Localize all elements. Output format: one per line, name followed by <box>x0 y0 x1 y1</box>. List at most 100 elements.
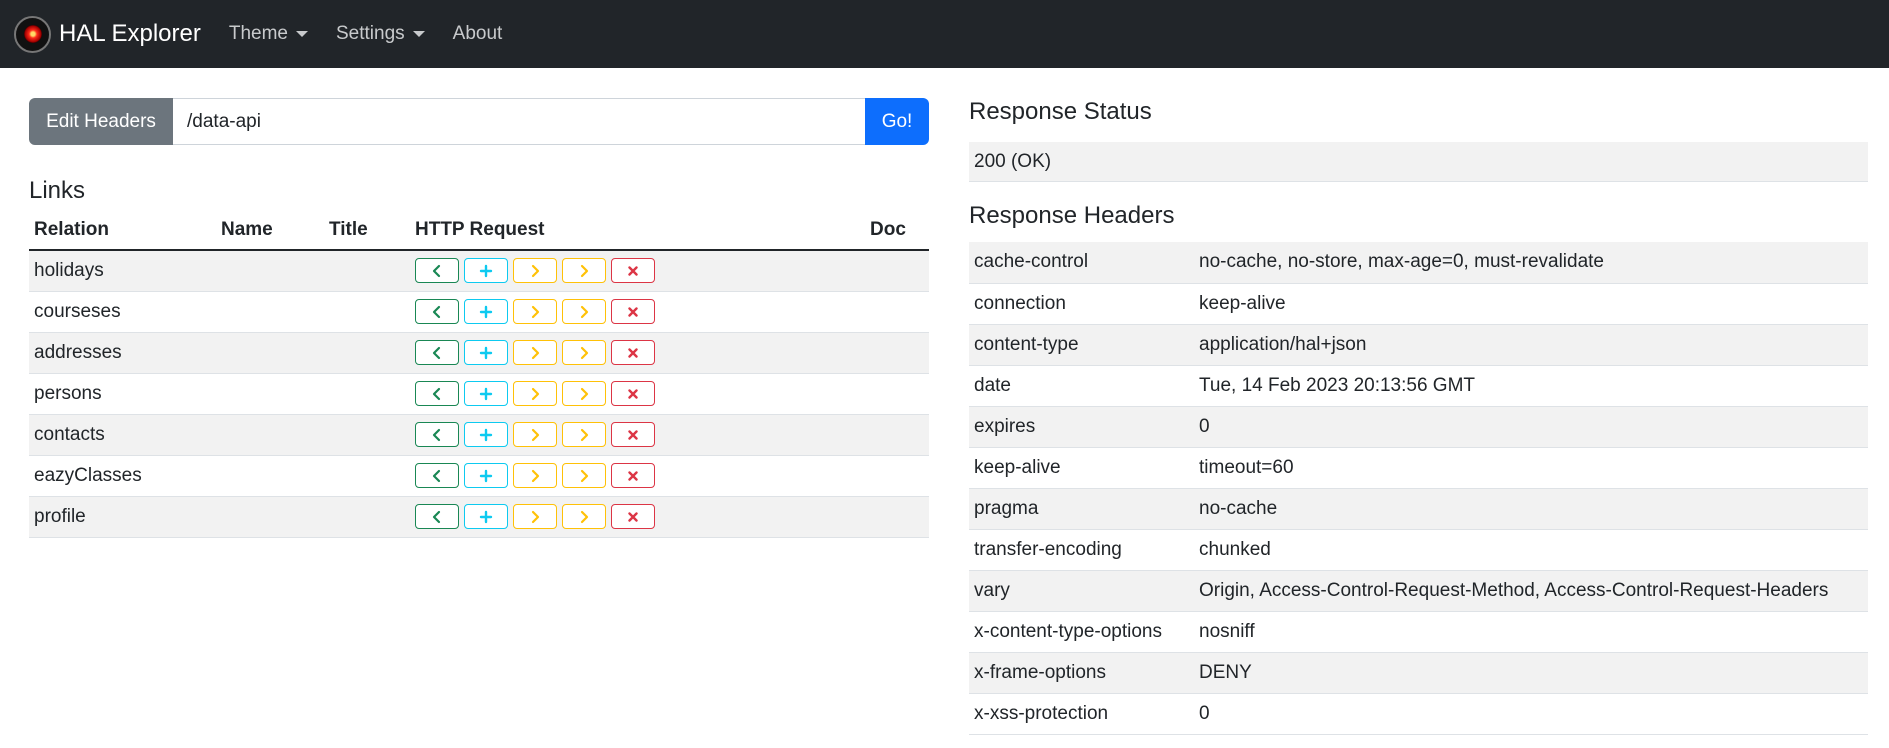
table-row: profile <box>29 496 929 538</box>
table-row: pragma no-cache <box>969 488 1868 530</box>
patch-request-button[interactable] <box>562 258 606 284</box>
header-key-cell: date <box>969 365 1194 407</box>
table-row: courseses <box>29 291 929 333</box>
put-request-button[interactable] <box>513 258 557 284</box>
link-title-cell <box>324 291 410 333</box>
request-panel: Edit Headers Go! Links Relation Name Tit… <box>29 98 929 538</box>
nav-about-link[interactable]: About <box>453 23 503 45</box>
get-request-button[interactable] <box>415 422 459 447</box>
brand-title: HAL Explorer <box>59 20 201 47</box>
chevron-right-icon <box>528 305 542 319</box>
delete-request-button[interactable] <box>611 258 655 284</box>
header-value-cell: application/hal+json <box>1194 324 1868 366</box>
plus-icon <box>479 510 493 524</box>
link-title-cell <box>324 332 410 374</box>
chevron-left-icon <box>430 305 444 319</box>
link-title-cell <box>324 373 410 415</box>
link-http-request-cell <box>410 291 865 333</box>
link-doc-cell <box>865 414 929 456</box>
nav-settings-dropdown[interactable]: Settings <box>336 23 425 45</box>
post-request-button[interactable] <box>464 381 508 406</box>
table-row: content-type application/hal+json <box>969 324 1868 366</box>
link-http-request-cell <box>410 373 865 415</box>
chevron-right-icon <box>528 510 542 524</box>
patch-request-button[interactable] <box>562 340 606 365</box>
table-row: connection keep-alive <box>969 283 1868 325</box>
delete-request-button[interactable] <box>611 381 655 406</box>
response-status-heading: Response Status <box>969 98 1152 125</box>
post-request-button[interactable] <box>464 299 508 324</box>
delete-request-button[interactable] <box>611 299 655 324</box>
header-key-cell: x-content-type-options <box>969 611 1194 653</box>
put-request-button[interactable] <box>513 340 557 365</box>
column-header-title: Title <box>324 211 410 251</box>
get-request-button[interactable] <box>415 463 459 488</box>
chevron-right-icon <box>577 387 591 401</box>
post-request-button[interactable] <box>464 463 508 488</box>
link-http-request-cell <box>410 496 865 538</box>
links-header-row: Relation Name Title HTTP Request Doc <box>29 211 929 251</box>
delete-request-button[interactable] <box>611 422 655 447</box>
patch-request-button[interactable] <box>562 504 606 529</box>
table-row: x-content-type-options nosniff <box>969 611 1868 653</box>
links-heading: Links <box>29 177 86 204</box>
post-request-button[interactable] <box>464 340 508 365</box>
table-row: vary Origin, Access-Control-Request-Metho… <box>969 570 1868 612</box>
x-icon <box>626 469 640 483</box>
put-request-button[interactable] <box>513 381 557 406</box>
delete-request-button[interactable] <box>611 340 655 365</box>
plus-icon <box>479 264 493 278</box>
put-request-button[interactable] <box>513 299 557 324</box>
get-request-button[interactable] <box>415 381 459 406</box>
go-button[interactable]: Go! <box>865 98 929 145</box>
header-key-cell: vary <box>969 570 1194 612</box>
header-key-cell: connection <box>969 283 1194 325</box>
header-key-cell: pragma <box>969 488 1194 530</box>
get-request-button[interactable] <box>415 258 459 284</box>
chevron-right-icon <box>528 428 542 442</box>
url-input[interactable] <box>173 98 865 145</box>
patch-request-button[interactable] <box>562 463 606 488</box>
get-request-button[interactable] <box>415 299 459 324</box>
get-request-button[interactable] <box>415 504 459 529</box>
header-key-cell: transfer-encoding <box>969 529 1194 571</box>
link-http-request-cell <box>410 455 865 497</box>
header-value-cell: timeout=60 <box>1194 447 1868 489</box>
post-request-button[interactable] <box>464 422 508 447</box>
table-row: persons <box>29 373 929 415</box>
chevron-left-icon <box>430 469 444 483</box>
table-row: transfer-encoding chunked <box>969 529 1868 571</box>
delete-request-button[interactable] <box>611 463 655 488</box>
link-relation-cell: holidays <box>29 250 216 292</box>
put-request-button[interactable] <box>513 504 557 529</box>
table-row: date Tue, 14 Feb 2023 20:13:56 GMT <box>969 365 1868 407</box>
plus-icon <box>479 346 493 360</box>
post-request-button[interactable] <box>464 258 508 284</box>
links-table: Relation Name Title HTTP Request Doc hol… <box>29 211 929 538</box>
patch-request-button[interactable] <box>562 422 606 447</box>
plus-icon <box>479 305 493 319</box>
header-key-cell: content-type <box>969 324 1194 366</box>
chevron-left-icon <box>430 387 444 401</box>
header-value-cell: chunked <box>1194 529 1868 571</box>
caret-down-icon <box>295 31 308 37</box>
delete-request-button[interactable] <box>611 504 655 529</box>
link-doc-cell <box>865 496 929 538</box>
x-icon <box>626 346 640 360</box>
post-request-button[interactable] <box>464 504 508 529</box>
put-request-button[interactable] <box>513 463 557 488</box>
brand-link[interactable]: HAL Explorer <box>14 15 201 53</box>
x-icon <box>626 428 640 442</box>
edit-headers-button[interactable]: Edit Headers <box>29 98 173 145</box>
nav-theme-dropdown[interactable]: Theme <box>229 23 308 45</box>
patch-request-button[interactable] <box>562 299 606 324</box>
link-relation-cell: eazyClasses <box>29 455 216 497</box>
chevron-right-icon <box>577 346 591 360</box>
get-request-button[interactable] <box>415 340 459 365</box>
link-name-cell <box>216 414 324 456</box>
plus-icon <box>479 469 493 483</box>
patch-request-button[interactable] <box>562 381 606 406</box>
put-request-button[interactable] <box>513 422 557 447</box>
link-title-cell <box>324 250 410 292</box>
column-header-name: Name <box>216 211 324 251</box>
